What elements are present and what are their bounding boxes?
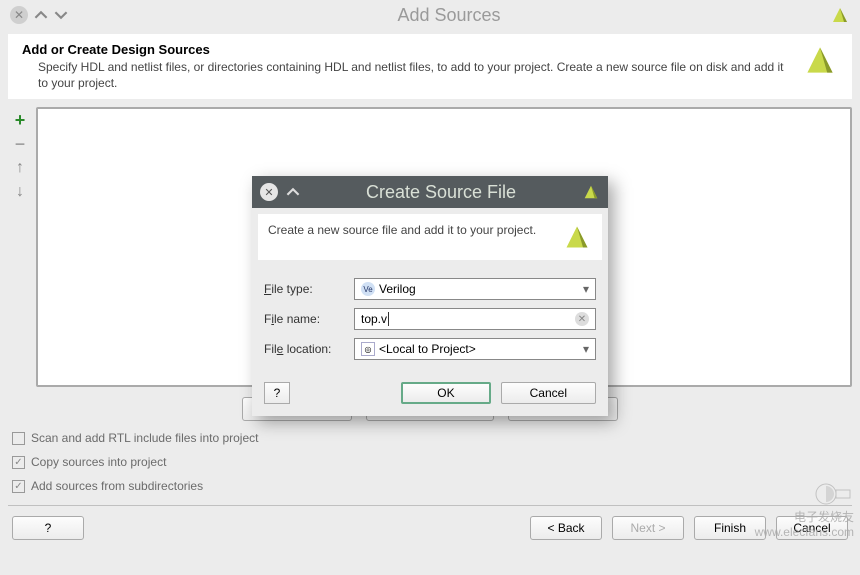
info-heading: Add or Create Design Sources [22, 42, 792, 57]
file-type-dropdown[interactable]: Ve Verilog ▾ [354, 278, 596, 300]
window-title: Add Sources [68, 5, 830, 26]
next-button: Next > [612, 516, 684, 540]
checkbox-checked-icon[interactable]: ✓ [12, 480, 25, 493]
watermark-line2: www.elecfans.com [755, 525, 854, 539]
side-toolbar: + − ↑ ↓ [8, 107, 32, 387]
move-up-icon[interactable]: ↑ [11, 159, 29, 177]
ok-button[interactable]: OK [401, 382, 490, 404]
modal-description: Create a new source file and add it to y… [268, 222, 562, 252]
file-type-label: File type: [264, 282, 354, 296]
verilog-icon: Ve [361, 282, 375, 296]
title-bar: ✕ Add Sources [0, 0, 860, 30]
scan-label: Scan and add RTL include files into proj… [31, 431, 258, 445]
remove-icon[interactable]: − [11, 135, 29, 153]
copy-label: Copy sources into project [31, 455, 166, 469]
modal-close-icon[interactable]: ✕ [260, 183, 278, 201]
chevron-down-icon[interactable] [54, 8, 68, 22]
modal-help-button[interactable]: ? [264, 382, 290, 404]
add-icon[interactable]: + [11, 111, 29, 129]
file-name-input[interactable]: top.v ✕ [354, 308, 596, 330]
app-logo-icon [830, 5, 850, 25]
copy-checkbox-row[interactable]: ✓ Copy sources into project [12, 455, 848, 469]
file-type-value: Verilog [379, 282, 416, 296]
chevron-up-icon[interactable] [286, 185, 300, 199]
checkbox-unchecked-icon[interactable] [12, 432, 25, 445]
create-source-modal: ✕ Create Source File Create a new source… [252, 176, 608, 416]
watermark: 电子发烧友 www.elecfans.com [755, 482, 854, 539]
watermark-line1: 电子发烧友 [794, 508, 854, 525]
file-location-label: File location: [264, 342, 354, 356]
clear-icon[interactable]: ✕ [575, 312, 589, 326]
folder-icon: ◎ [361, 342, 375, 356]
move-down-icon[interactable]: ↓ [11, 183, 29, 201]
file-location-dropdown[interactable]: ◎ <Local to Project> ▾ [354, 338, 596, 360]
modal-cancel-button[interactable]: Cancel [501, 382, 596, 404]
back-button[interactable]: < Back [530, 516, 602, 540]
modal-title: Create Source File [308, 182, 574, 203]
file-name-label: File name: [264, 312, 354, 326]
checkbox-checked-icon[interactable]: ✓ [12, 456, 25, 469]
info-description: Specify HDL and netlist files, or direct… [22, 59, 792, 91]
file-location-value: <Local to Project> [379, 342, 476, 356]
chevron-up-icon[interactable] [34, 8, 48, 22]
vendor-logo-icon [562, 222, 592, 252]
subdir-checkbox-row[interactable]: ✓ Add sources from subdirectories [12, 479, 848, 493]
file-name-value: top.v [361, 312, 389, 326]
window-close-icon[interactable]: ✕ [10, 6, 28, 24]
vendor-logo-icon [802, 42, 838, 78]
dropdown-arrow-icon: ▾ [583, 342, 589, 356]
scan-checkbox-row[interactable]: Scan and add RTL include files into proj… [12, 431, 848, 445]
footer-bar: ? < Back Next > Finish Cancel [0, 506, 860, 550]
info-panel: Add or Create Design Sources Specify HDL… [8, 34, 852, 99]
help-button[interactable]: ? [12, 516, 84, 540]
dropdown-arrow-icon: ▾ [583, 282, 589, 296]
subdir-label: Add sources from subdirectories [31, 479, 203, 493]
vendor-logo-icon [582, 183, 600, 201]
